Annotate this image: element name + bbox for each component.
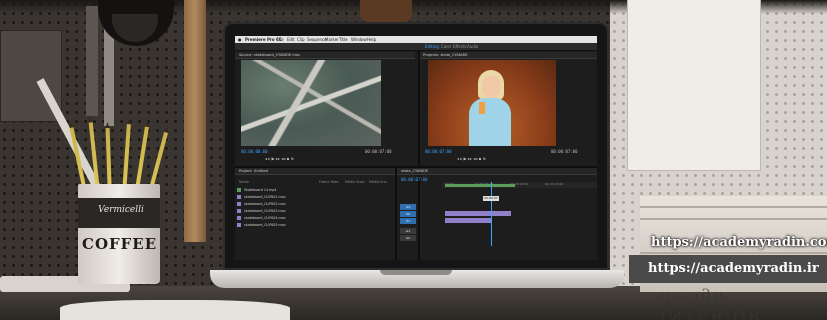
person-drink [479, 102, 485, 114]
watermark-url-com[interactable]: https://academyradin.com [651, 235, 827, 250]
label-swatch [237, 188, 241, 192]
cup-label: COFFEE [82, 235, 158, 253]
program-timecode: 00:00:07:00 [425, 149, 452, 154]
project-item[interactable]: skateboard_CLIP003.mov [237, 208, 387, 214]
monitor-divider[interactable] [418, 51, 420, 260]
workspace-tab-color[interactable]: Color [441, 43, 451, 51]
book-edge [640, 218, 827, 220]
project-item[interactable]: skateboard_CLIP005.mov [237, 222, 387, 228]
workspace-tab-audio[interactable]: Audio [467, 43, 478, 51]
track-header[interactable]: V1 [400, 218, 416, 224]
source-video-frame [241, 60, 381, 146]
label-swatch [237, 202, 241, 206]
wall-hook-tool [360, 0, 412, 22]
timeline-tab[interactable]: skate_CYANIDE [401, 168, 428, 175]
apple-icon[interactable]: ● [238, 36, 242, 43]
wall-poster [628, 0, 760, 170]
label-swatch [237, 195, 241, 199]
project-item[interactable]: Skateboard 14.mp4 [237, 187, 387, 193]
project-item[interactable]: skateboard_CLIP001.mov [237, 194, 387, 200]
workspace-tab-editing[interactable]: Editing [425, 43, 439, 51]
hanging-tool [86, 6, 98, 116]
track-header[interactable]: V3 [400, 204, 416, 210]
column-frame-rate[interactable]: Frame Rate [319, 180, 338, 184]
playhead-label: 00:00:07 [483, 196, 499, 201]
cup-brand-script: Vermicelli [98, 205, 144, 215]
workspace-bar [235, 43, 597, 51]
menu-title[interactable]: Title [339, 36, 348, 43]
project-panel-tab[interactable]: Project: Untitled [239, 168, 268, 175]
timeline-clip[interactable] [445, 218, 491, 223]
timeline-timecode: 00:00:07:00 [401, 177, 428, 182]
source-transport-controls[interactable]: ◂ ▸ ▶ ▸▸ ◂◂ ▪ ⊕ [265, 156, 294, 161]
person-body [469, 98, 511, 146]
program-duration: 00:00:07:00 [551, 149, 578, 154]
menu-marker[interactable]: Marker [325, 36, 339, 43]
menu-window[interactable]: Window [351, 36, 367, 43]
program-transport-controls[interactable]: ◂ ▸ ▶ ▸▸ ◂◂ ▪ ⊕ [457, 156, 486, 161]
book-spine-text: INTERIOR design [660, 288, 763, 320]
label-swatch [237, 216, 241, 220]
timeline-clip[interactable] [445, 211, 511, 216]
track-header[interactable]: A2 [400, 235, 416, 241]
playhead[interactable] [491, 182, 492, 246]
source-panel-tab[interactable]: Source: skateboard_CYANIDE.mov [239, 52, 300, 59]
menu-clip[interactable]: Clip [297, 36, 305, 43]
timeline-tick: 00:00:15:00 [545, 182, 564, 186]
mac-menubar: ● Premiere Pro CC File Edit Clip Sequenc… [235, 36, 597, 43]
source-timecode: 00:00:00:00 [241, 149, 268, 154]
program-panel-tab[interactable]: Program: skate_CYANIDE [423, 52, 468, 59]
source-duration: 00:00:07:00 [365, 149, 392, 154]
menu-edit[interactable]: Edit [287, 36, 295, 43]
project-item[interactable]: skateboard_CLIP002.mov [237, 201, 387, 207]
workspace-tab-effects[interactable]: Effects [453, 43, 467, 51]
wooden-panel [184, 0, 206, 242]
watermark-url-ir[interactable]: https://academyradin.ir [648, 261, 819, 276]
label-swatch [237, 209, 241, 213]
menu-file[interactable]: File [277, 36, 284, 43]
track-header[interactable]: V2 [400, 211, 416, 217]
work-area-bar[interactable] [445, 184, 515, 187]
column-name[interactable]: Name [239, 180, 249, 184]
person-face [482, 76, 500, 98]
menu-sequence[interactable]: Sequence [307, 36, 327, 43]
book-edge [640, 206, 827, 208]
project-timeline-divider[interactable] [395, 168, 397, 260]
laptop-screen: ● Premiere Pro CC File Edit Clip Sequenc… [235, 36, 597, 260]
laptop-notch [380, 270, 452, 275]
column-media-start[interactable]: Media Start [345, 180, 365, 184]
label-swatch [237, 223, 241, 227]
track-header[interactable]: A1 [400, 228, 416, 234]
menu-help[interactable]: Help [367, 36, 376, 43]
column-media-end[interactable]: Media End [369, 180, 387, 184]
paper-sheet [60, 300, 290, 320]
project-item[interactable]: skateboard_CLIP004.mov [237, 215, 387, 221]
book-edge [640, 252, 827, 254]
